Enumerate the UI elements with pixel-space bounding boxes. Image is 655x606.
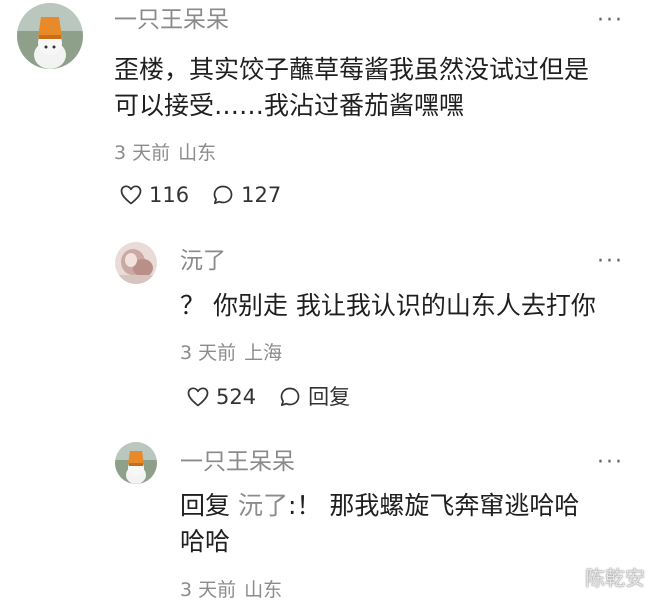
location: 上海 bbox=[244, 342, 283, 364]
reply-text-line-2: 哈哈 bbox=[180, 527, 231, 556]
comment-actions: 116 127 bbox=[119, 182, 303, 208]
like-button[interactable]: 116 bbox=[119, 182, 189, 208]
username[interactable]: 沅了 bbox=[180, 247, 226, 275]
comment-thread: 一只王呆呆 ··· 歪楼，其实饺子蘸草莓酱我虽然没试过但是 可以接受……我沾过番… bbox=[0, 0, 655, 606]
reply-text: ？ 你别走 我让我认识的山东人去打你 bbox=[180, 291, 596, 320]
username[interactable]: 一只王呆呆 bbox=[180, 448, 295, 476]
like-button[interactable]: 524 bbox=[186, 384, 256, 410]
reply-count-button[interactable]: 127 bbox=[211, 182, 281, 208]
comment-text-line-2: 可以接受……我沾过番茄酱嘿嘿 bbox=[114, 91, 465, 120]
speech-bubble-icon bbox=[280, 387, 300, 407]
avatar[interactable] bbox=[115, 442, 157, 484]
more-dots-icon[interactable]: ··· bbox=[597, 251, 624, 273]
timestamp: 3 天前 bbox=[180, 342, 237, 364]
like-count: 524 bbox=[216, 385, 257, 409]
timestamp: 3 天前 bbox=[180, 579, 237, 601]
more-dots-icon[interactable]: ··· bbox=[597, 10, 624, 32]
more-dots-icon[interactable]: ··· bbox=[597, 452, 624, 474]
reply-meta: 3 天前 上海 bbox=[180, 341, 282, 365]
watermark: 陈乾安 bbox=[585, 566, 645, 590]
reply-prefix: 回复 bbox=[180, 491, 231, 520]
username[interactable]: 一只王呆呆 bbox=[114, 6, 229, 34]
reply-actions: 524 回复 bbox=[186, 384, 372, 410]
reply-count: 127 bbox=[241, 183, 282, 207]
reply-text: :！ 那我螺旋飞奔窜逃哈哈 bbox=[287, 491, 580, 520]
heart-icon bbox=[120, 185, 142, 205]
location: 山东 bbox=[244, 579, 283, 601]
timestamp: 3 天前 bbox=[114, 142, 171, 164]
avatar[interactable] bbox=[17, 3, 83, 69]
comment-text-line-1: 歪楼，其实饺子蘸草莓酱我虽然没试过但是 bbox=[114, 55, 590, 84]
reply-text-line-1: 回复 沅了:！ 那我螺旋飞奔窜逃哈哈 bbox=[180, 488, 579, 524]
comment-meta: 3 天前 山东 bbox=[114, 141, 216, 165]
reply-button[interactable]: 回复 bbox=[278, 384, 350, 410]
mention-link[interactable]: 沅了 bbox=[238, 491, 288, 520]
reply-label: 回复 bbox=[308, 385, 351, 409]
avatar[interactable] bbox=[115, 242, 157, 284]
reply-meta: 3 天前 山东 bbox=[180, 578, 282, 602]
like-count: 116 bbox=[149, 183, 190, 207]
location: 山东 bbox=[178, 142, 217, 164]
speech-bubble-icon bbox=[213, 185, 233, 205]
heart-icon bbox=[187, 387, 209, 407]
